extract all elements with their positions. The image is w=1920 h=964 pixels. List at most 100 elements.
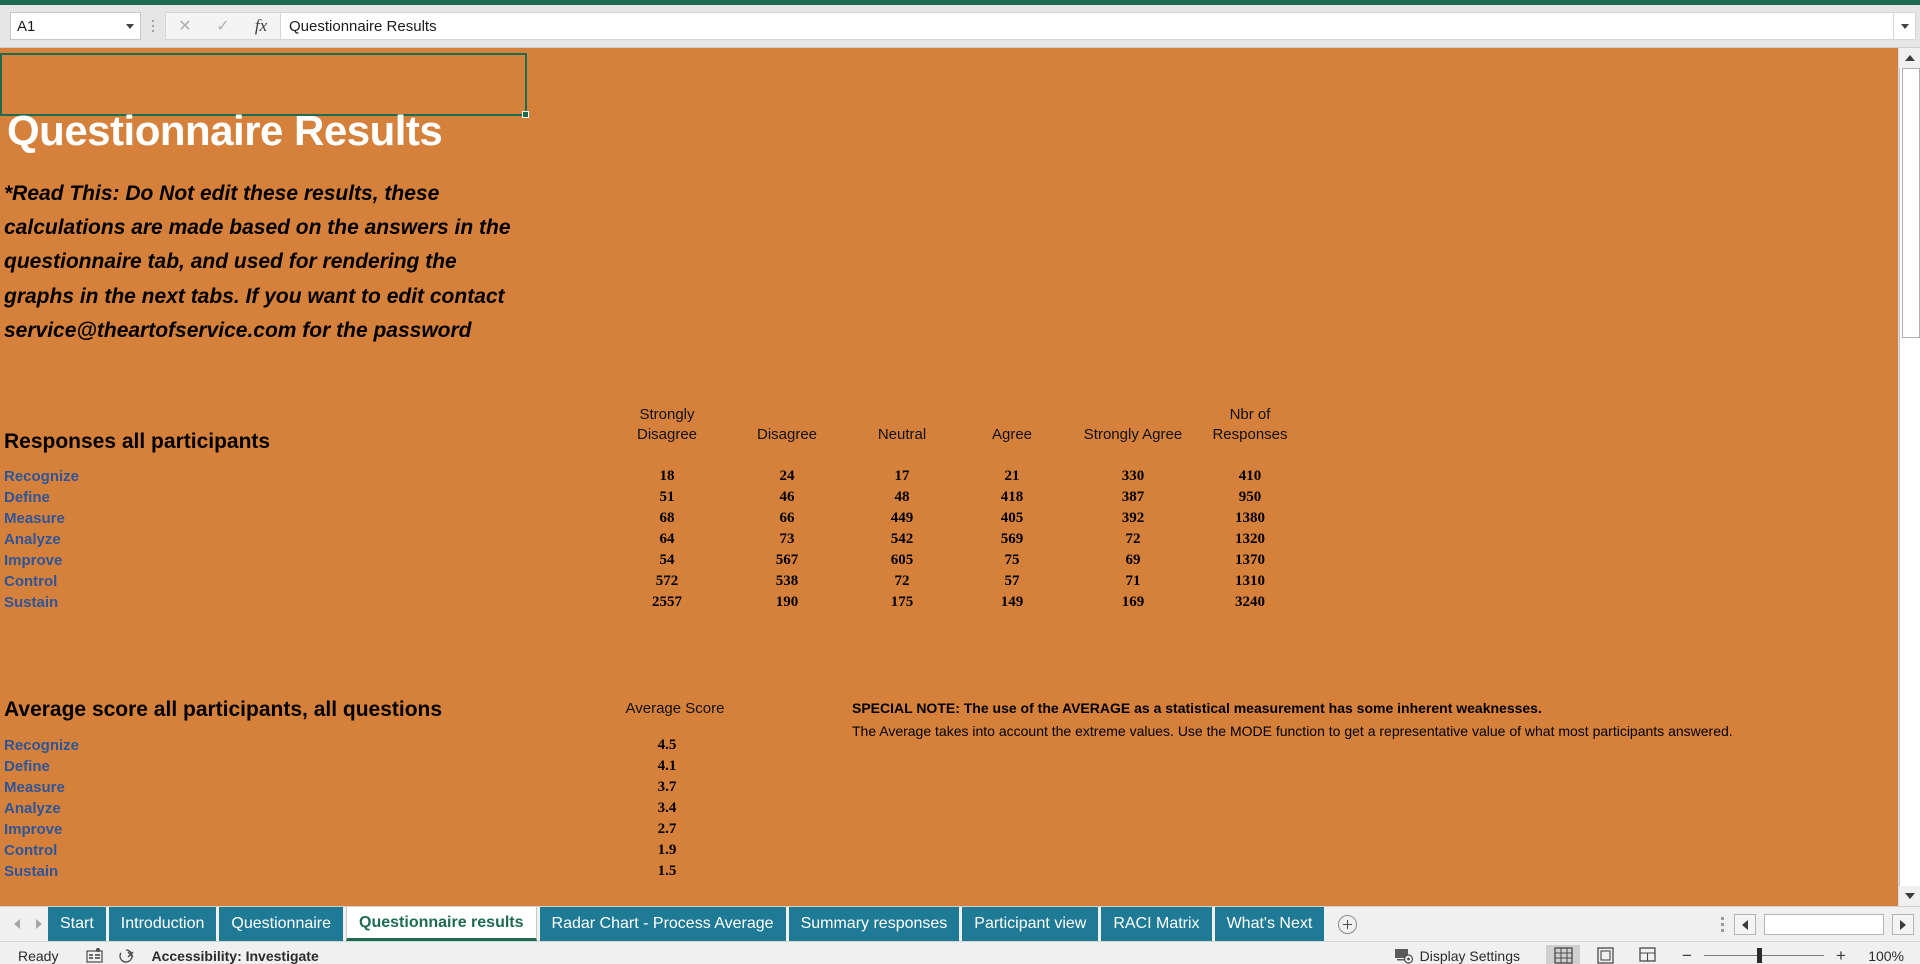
accessibility-icon[interactable] [119,948,135,964]
row-label: Recognize [4,737,80,754]
table-cell[interactable]: 572 [620,573,714,590]
table-cell[interactable]: 21 [970,468,1054,485]
table-cell[interactable]: 950 [1190,489,1310,506]
close-icon[interactable]: ✕ [166,13,204,39]
table-cell[interactable]: 72 [1063,531,1203,548]
sheet-tab-questionnaire-results[interactable]: Questionnaire results [346,907,537,941]
table-cell[interactable]: 3240 [1190,594,1310,611]
column-header-neutral: Neutral [877,426,927,443]
next-sheet-icon[interactable] [36,919,42,929]
table-cell[interactable]: 64 [620,531,714,548]
zoom-in-button[interactable]: + [1834,946,1848,964]
table-cell[interactable]: 387 [1063,489,1203,506]
table-cell[interactable]: 2.7 [620,821,714,838]
fx-icon[interactable]: fx [242,13,280,39]
warning-note: *Read This: Do Not edit these results, t… [4,182,511,342]
scroll-right-icon[interactable] [1892,914,1914,935]
scroll-up-icon[interactable] [1899,48,1920,68]
table-cell[interactable]: 71 [1063,573,1203,590]
table-cell[interactable]: 24 [740,468,834,485]
worksheet-grid[interactable]: Questionnaire Results *Read This: Do Not… [0,48,1920,906]
vertical-scroll-track[interactable] [1899,68,1920,886]
formula-bar-grip[interactable] [144,12,162,40]
normal-view-icon[interactable] [1546,944,1580,964]
table-cell[interactable]: 1310 [1190,573,1310,590]
table-cell[interactable]: 69 [1063,552,1203,569]
sheet-tab-radar-chart-process-average[interactable]: Radar Chart - Process Average [539,907,786,941]
tab-split-grip[interactable] [1721,917,1724,932]
table-cell[interactable]: 169 [1063,594,1203,611]
fill-handle[interactable] [522,111,529,118]
zoom-level-label[interactable]: 100% [1858,948,1904,964]
table-cell[interactable]: 2557 [620,594,714,611]
table-cell[interactable]: 542 [858,531,946,548]
table-cell[interactable]: 68 [620,510,714,527]
table-cell[interactable]: 405 [970,510,1054,527]
chevron-down-icon[interactable] [126,23,134,29]
table-cell[interactable]: 449 [858,510,946,527]
table-cell[interactable]: 75 [970,552,1054,569]
row-label: Improve [4,552,63,569]
accessibility-status[interactable]: Accessibility: Investigate [151,948,318,964]
table-cell[interactable]: 392 [1063,510,1203,527]
table-cell[interactable]: 72 [858,573,946,590]
table-cell[interactable]: 149 [970,594,1054,611]
display-settings-button[interactable]: Display Settings [1394,947,1520,964]
zoom-slider-thumb[interactable] [1757,948,1762,963]
table-cell[interactable]: 3.7 [620,779,714,796]
scroll-down-icon[interactable] [1899,886,1920,906]
table-cell[interactable]: 1380 [1190,510,1310,527]
sheet-tab-start[interactable]: Start [48,907,106,941]
add-sheet-button[interactable] [1324,907,1371,941]
page-break-view-icon[interactable] [1630,945,1664,964]
table-cell[interactable]: 1320 [1190,531,1310,548]
table-cell[interactable]: 54 [620,552,714,569]
formula-input[interactable]: Questionnaire Results [281,12,1894,40]
page-layout-icon[interactable] [1588,945,1622,964]
scroll-left-icon[interactable] [1734,914,1756,935]
vertical-scroll-thumb[interactable] [1902,68,1920,338]
sheet-surface[interactable]: Questionnaire Results *Read This: Do Not… [0,48,1898,906]
average-section-heading: Average score all participants, all ques… [4,698,443,721]
table-cell[interactable]: 17 [858,468,946,485]
display-settings-label: Display Settings [1419,947,1520,964]
sheet-tab-raci-matrix[interactable]: RACI Matrix [1101,907,1212,941]
sheet-tab-summary-responses[interactable]: Summary responses [788,907,960,941]
table-cell[interactable]: 18 [620,468,714,485]
zoom-slider[interactable] [1704,948,1824,963]
sheet-tab-questionnaire[interactable]: Questionnaire [219,907,344,941]
row-label: Sustain [4,863,59,880]
table-cell[interactable]: 4.1 [620,758,714,775]
record-macro-icon[interactable] [86,948,104,963]
table-cell[interactable]: 73 [740,531,834,548]
sheet-tab-what-s-next[interactable]: What's Next [1214,907,1325,941]
table-cell[interactable]: 66 [740,510,834,527]
table-cell[interactable]: 3.4 [620,800,714,817]
sheet-tab-introduction[interactable]: Introduction [108,907,217,941]
table-cell[interactable]: 605 [858,552,946,569]
table-cell[interactable]: 175 [858,594,946,611]
table-cell[interactable]: 410 [1190,468,1310,485]
check-icon[interactable]: ✓ [204,13,242,39]
table-cell[interactable]: 190 [740,594,834,611]
table-cell[interactable]: 4.5 [620,737,714,754]
table-cell[interactable]: 46 [740,489,834,506]
table-cell[interactable]: 1370 [1190,552,1310,569]
table-cell[interactable]: 48 [858,489,946,506]
formula-expand-icon[interactable] [1894,12,1916,40]
table-cell[interactable]: 51 [620,489,714,506]
table-cell[interactable]: 538 [740,573,834,590]
table-cell[interactable]: 567 [740,552,834,569]
horizontal-scroll-track[interactable] [1764,914,1884,935]
sheet-tab-participant-view[interactable]: Participant view [962,907,1099,941]
name-box[interactable]: A1 [10,12,141,40]
vertical-scrollbar[interactable] [1898,48,1920,906]
table-cell[interactable]: 57 [970,573,1054,590]
table-cell[interactable]: 1.5 [620,863,714,880]
previous-sheet-icon[interactable] [14,919,20,929]
table-cell[interactable]: 418 [970,489,1054,506]
table-cell[interactable]: 1.9 [620,842,714,859]
table-cell[interactable]: 330 [1063,468,1203,485]
zoom-out-button[interactable]: − [1680,946,1694,964]
table-cell[interactable]: 569 [970,531,1054,548]
